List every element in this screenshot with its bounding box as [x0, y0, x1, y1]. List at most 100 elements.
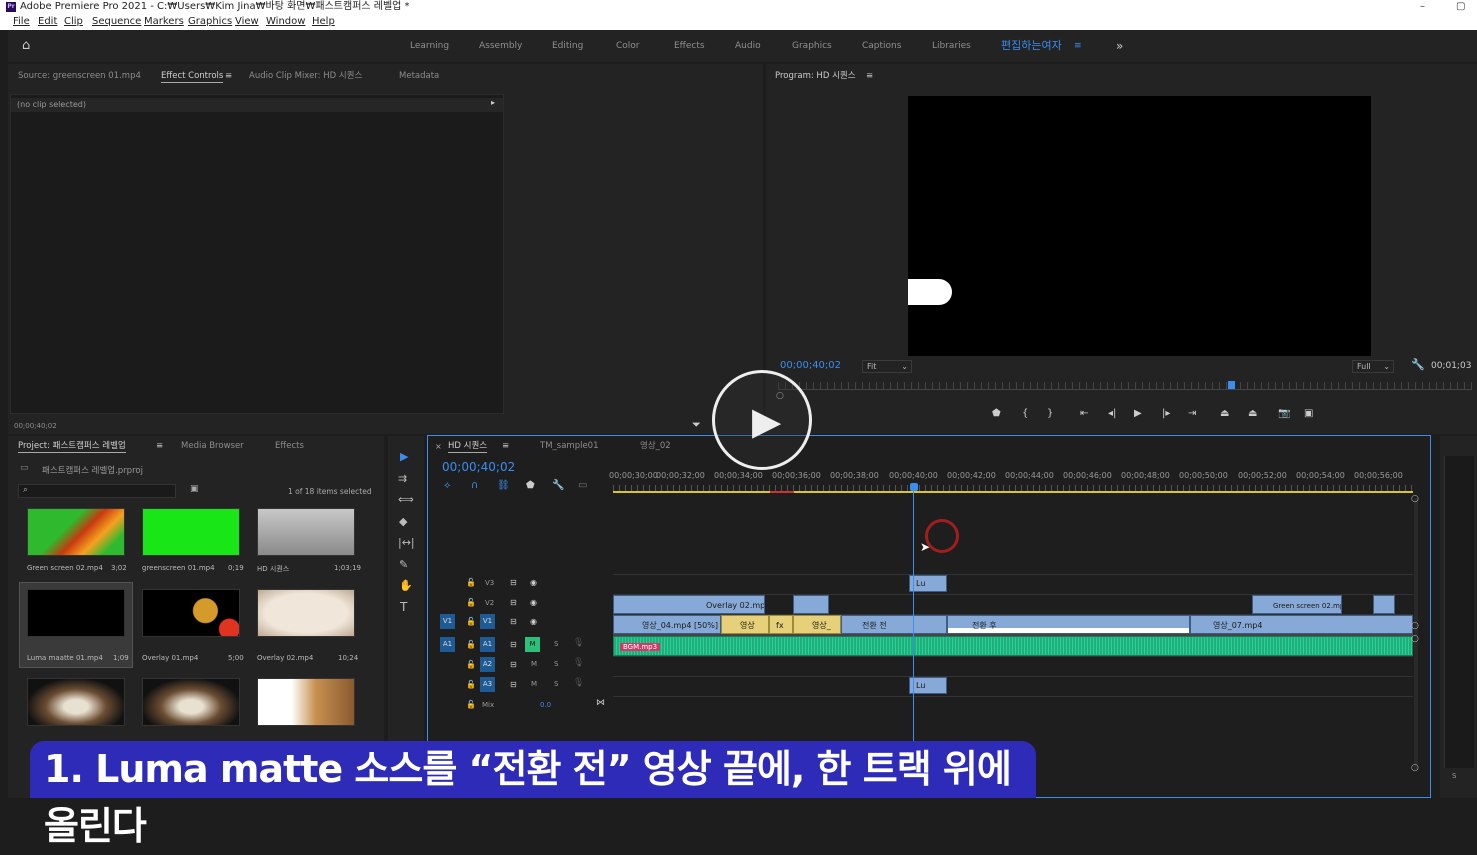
- step-back-icon[interactable]: ◂|: [1108, 408, 1116, 419]
- linked-selection-icon[interactable]: ⛓: [497, 480, 510, 491]
- clip-after-transition[interactable]: 전환 후: [947, 615, 1190, 634]
- step-forward-icon[interactable]: |▸: [1162, 408, 1170, 419]
- solo-a3-button[interactable]: S: [554, 680, 558, 688]
- timeline-playhead-handle[interactable]: [910, 483, 918, 491]
- restore-button[interactable]: ▢: [1456, 0, 1465, 14]
- workspace-menu-icon[interactable]: ≡: [1074, 30, 1082, 62]
- clip-video-b[interactable]: 영상_: [793, 615, 841, 634]
- tab-effects[interactable]: Effects: [275, 440, 304, 452]
- program-title[interactable]: Program: HD 시퀀스: [775, 70, 856, 82]
- workspace-learning[interactable]: Learning: [410, 30, 449, 62]
- program-menu-icon[interactable]: ≡: [866, 70, 873, 82]
- export-frame-icon[interactable]: 📷: [1278, 408, 1290, 419]
- captions-icon[interactable]: ▭: [578, 480, 587, 491]
- scroll-handle-icon[interactable]: ○: [1411, 763, 1419, 773]
- menu-edit[interactable]: Edit: [38, 14, 57, 30]
- expand-arrow-icon[interactable]: ▸: [491, 98, 495, 107]
- clip-video-04[interactable]: 영상_04.mp4 [50%]: [613, 615, 721, 634]
- hand-tool-icon[interactable]: ✋: [399, 579, 413, 592]
- eye-icon[interactable]: ◉: [530, 578, 537, 587]
- tab-tm-sample01[interactable]: TM_sample01: [540, 440, 599, 452]
- thumb-clip-9[interactable]: [257, 678, 355, 726]
- timeline-ruler[interactable]: 00;00;30;00 00;00;32;00 00;00;34;00 00;0…: [609, 471, 1413, 483]
- type-tool-icon[interactable]: T: [400, 600, 407, 614]
- menu-help[interactable]: Help: [312, 14, 335, 30]
- lock-icon[interactable]: 🔓: [466, 578, 476, 587]
- clip-green-screen-02[interactable]: Green screen 02.mp: [1252, 595, 1342, 614]
- timeline-settings-icon[interactable]: 🔧: [552, 480, 564, 491]
- lock-icon[interactable]: 🔓: [466, 617, 476, 626]
- thumb-green-screen-02[interactable]: [27, 508, 125, 556]
- go-to-out-icon[interactable]: ⇥: [1188, 408, 1196, 419]
- extract-icon[interactable]: ⏏: [1248, 408, 1257, 419]
- thumb-overlay-01[interactable]: [142, 589, 240, 637]
- program-scrub-bar[interactable]: [778, 382, 1472, 390]
- clip-video-07[interactable]: 영상_07.mp4: [1190, 615, 1413, 634]
- program-playhead[interactable]: [1228, 381, 1235, 389]
- scroll-handle-icon[interactable]: ○: [1411, 634, 1419, 644]
- menu-graphics[interactable]: Graphics: [188, 14, 232, 30]
- program-timecode[interactable]: 00;00;40;02: [780, 360, 841, 371]
- mute-a2-button[interactable]: M: [531, 660, 537, 668]
- tab-hd-sequence[interactable]: HD 시퀀스: [448, 440, 488, 453]
- lock-icon[interactable]: 🔓: [466, 640, 476, 649]
- tab-project[interactable]: Project: 패스트캠퍼스 레벨업: [18, 440, 126, 453]
- menu-markers[interactable]: Markers: [144, 14, 184, 30]
- workspace-editing[interactable]: Editing: [552, 30, 583, 62]
- menu-clip[interactable]: Clip: [64, 14, 83, 30]
- source-patch-v1[interactable]: V1: [440, 614, 455, 629]
- workspace-graphics[interactable]: Graphics: [792, 30, 832, 62]
- workspace-effects[interactable]: Effects: [674, 30, 705, 62]
- add-marker-icon[interactable]: ⬟: [526, 480, 535, 491]
- thumb-luma-matte-01[interactable]: [27, 589, 125, 637]
- wrench-icon[interactable]: 🔧: [1411, 358, 1425, 371]
- sync-lock-icon[interactable]: ⊟: [510, 640, 517, 649]
- work-area-bar[interactable]: [613, 491, 1413, 493]
- bin-filter-icon[interactable]: ▣: [190, 484, 199, 494]
- thumb-overlay-02[interactable]: [257, 589, 355, 637]
- eye-icon[interactable]: ◉: [530, 617, 537, 626]
- workspace-captions[interactable]: Captions: [862, 30, 901, 62]
- compare-view-icon[interactable]: ▣: [1304, 408, 1313, 419]
- mute-a3-button[interactable]: M: [531, 680, 537, 688]
- thumb-clip-7[interactable]: [27, 678, 125, 726]
- tab-effect-controls[interactable]: Effect Controls: [161, 70, 224, 83]
- track-target-a2[interactable]: A2: [480, 657, 495, 672]
- menu-view[interactable]: View: [235, 14, 259, 30]
- sync-lock-icon[interactable]: ⊟: [510, 680, 517, 689]
- clip-v2-end[interactable]: [1373, 595, 1395, 614]
- workspace-color[interactable]: Color: [616, 30, 640, 62]
- tab-audio-clip-mixer[interactable]: Audio Clip Mixer: HD 시퀀스: [249, 70, 362, 82]
- workspace-audio[interactable]: Audio: [735, 30, 761, 62]
- workspace-assembly[interactable]: Assembly: [479, 30, 522, 62]
- minimize-button[interactable]: –: [1420, 0, 1425, 14]
- video-play-overlay[interactable]: ▶: [712, 370, 812, 470]
- add-marker-icon[interactable]: ⬟: [992, 408, 1001, 419]
- clip-fx-small[interactable]: fx: [769, 615, 793, 634]
- solo-a1-button[interactable]: S: [554, 640, 558, 648]
- slip-tool-icon[interactable]: |↔|: [398, 536, 415, 549]
- close-tab-icon[interactable]: ×: [435, 442, 442, 451]
- workspace-libraries[interactable]: Libraries: [932, 30, 971, 62]
- meter-solo-button[interactable]: S: [1452, 772, 1456, 780]
- ripple-edit-tool-icon[interactable]: ⟺: [398, 493, 414, 506]
- scroll-handle-icon[interactable]: ○: [1411, 621, 1419, 631]
- home-icon[interactable]: ⌂: [22, 30, 30, 62]
- track-target-a1[interactable]: A1: [480, 637, 495, 652]
- workspace-custom[interactable]: 편집하는여자: [1001, 30, 1062, 62]
- go-to-in-icon[interactable]: ⇤: [1080, 408, 1088, 419]
- mute-a1-button[interactable]: M: [525, 637, 540, 652]
- lock-icon[interactable]: 🔓: [466, 598, 476, 607]
- project-menu-icon[interactable]: ≡: [156, 440, 163, 452]
- sync-lock-icon[interactable]: ⊟: [510, 598, 517, 607]
- mic-icon[interactable]: 🎙: [573, 678, 584, 688]
- timeline-menu-icon[interactable]: ≡: [502, 440, 509, 452]
- fit-select[interactable]: Fit ⌄: [862, 360, 912, 373]
- menu-sequence[interactable]: Sequence: [92, 14, 141, 30]
- lift-icon[interactable]: ⏏: [1220, 408, 1229, 419]
- source-patch-a1[interactable]: A1: [440, 637, 455, 652]
- tab-metadata[interactable]: Metadata: [399, 70, 439, 82]
- timeline-timecode[interactable]: 00;00;40;02: [442, 460, 515, 474]
- solo-a2-button[interactable]: S: [554, 660, 558, 668]
- pen-tool-icon[interactable]: ✎: [399, 558, 408, 571]
